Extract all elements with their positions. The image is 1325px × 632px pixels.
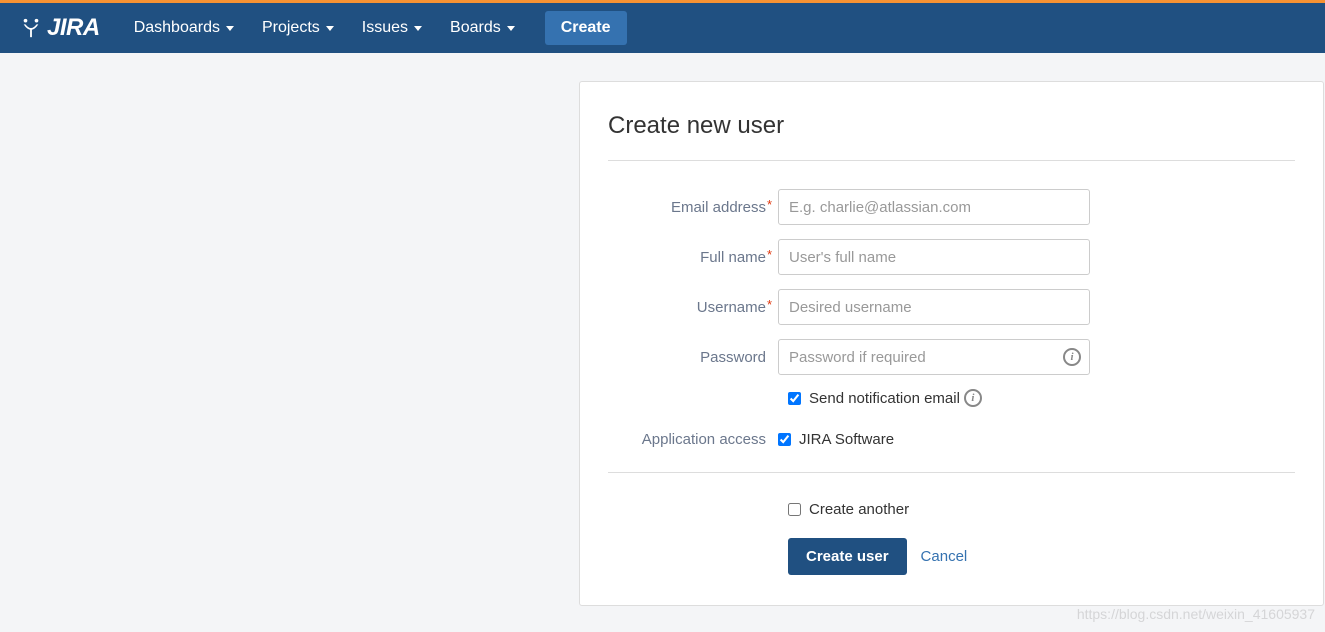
footer-actions: Create user Cancel: [788, 538, 1295, 575]
info-icon[interactable]: i: [964, 389, 982, 407]
chevron-down-icon: [226, 26, 234, 31]
create-user-panel: Create new user Email address Full name …: [579, 81, 1324, 606]
cancel-link[interactable]: Cancel: [921, 548, 968, 565]
row-password: Password i: [608, 339, 1295, 375]
label-password: Password: [608, 349, 778, 366]
row-email: Email address: [608, 189, 1295, 225]
nav-dashboards[interactable]: Dashboards: [120, 11, 248, 45]
nav-items: Dashboards Projects Issues Boards Create: [120, 11, 627, 45]
chevron-down-icon: [326, 26, 334, 31]
jira-logo-icon: [20, 17, 42, 39]
send-notification-label: Send notification email: [809, 390, 960, 407]
create-user-button[interactable]: Create user: [788, 538, 907, 575]
brand-text: JIRA: [47, 14, 100, 42]
create-button[interactable]: Create: [545, 11, 627, 45]
navbar: JIRA Dashboards Projects Issues Boards C…: [0, 3, 1325, 53]
divider: [608, 472, 1295, 473]
chevron-down-icon: [414, 26, 422, 31]
row-send-notification: Send notification email i: [788, 389, 1295, 407]
row-app-access: Application access JIRA Software: [608, 431, 1295, 448]
fullname-field[interactable]: [778, 239, 1090, 275]
row-username: Username: [608, 289, 1295, 325]
label-email: Email address: [608, 199, 778, 216]
jira-logo[interactable]: JIRA: [20, 14, 100, 42]
watermark: https://blog.csdn.net/weixin_41605937: [1077, 606, 1315, 622]
nav-boards[interactable]: Boards: [436, 11, 529, 45]
label-app-access: Application access: [608, 431, 778, 448]
create-another-label: Create another: [809, 501, 909, 518]
row-fullname: Full name: [608, 239, 1295, 275]
nav-projects[interactable]: Projects: [248, 11, 348, 45]
send-notification-checkbox[interactable]: [788, 392, 801, 405]
username-field[interactable]: [778, 289, 1090, 325]
app-access-option: JIRA Software: [799, 431, 894, 448]
panel-title: Create new user: [608, 112, 1295, 161]
app-access-checkbox[interactable]: [778, 433, 791, 446]
label-username: Username: [608, 299, 778, 316]
nav-issues[interactable]: Issues: [348, 11, 436, 45]
chevron-down-icon: [507, 26, 515, 31]
password-field[interactable]: [778, 339, 1090, 375]
info-icon[interactable]: i: [1063, 348, 1081, 366]
email-field[interactable]: [778, 189, 1090, 225]
label-fullname: Full name: [608, 249, 778, 266]
create-another-checkbox[interactable]: [788, 503, 801, 516]
row-create-another: Create another: [788, 501, 1295, 518]
